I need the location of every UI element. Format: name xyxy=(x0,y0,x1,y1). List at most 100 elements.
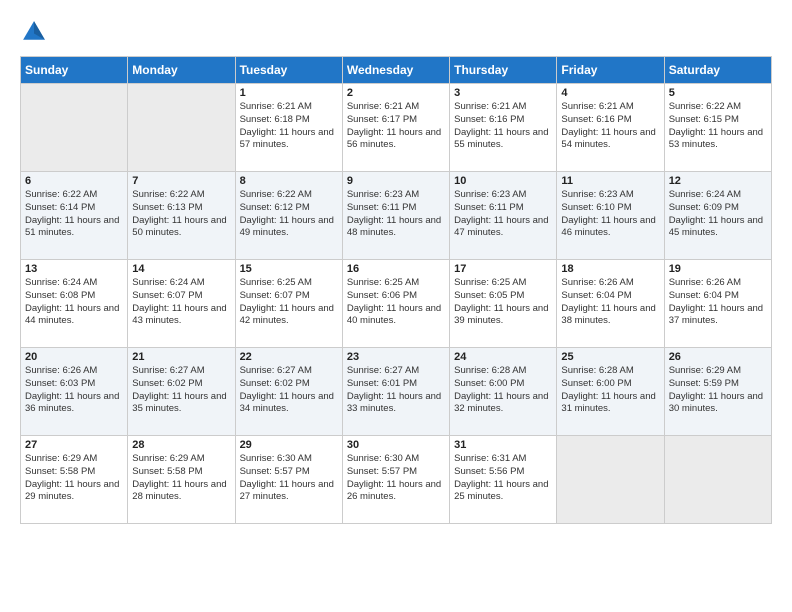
cell-info: Sunrise: 6:26 AMSunset: 6:04 PMDaylight:… xyxy=(669,277,767,328)
cell-day-number: 3 xyxy=(454,87,552,99)
cell-info: Sunrise: 6:24 AMSunset: 6:07 PMDaylight:… xyxy=(132,277,230,328)
cell-info: Sunrise: 6:29 AMSunset: 5:58 PMDaylight:… xyxy=(132,453,230,504)
cell-info: Sunrise: 6:29 AMSunset: 5:58 PMDaylight:… xyxy=(25,453,123,504)
calendar-cell: 14 Sunrise: 6:24 AMSunset: 6:07 PMDayligh… xyxy=(128,260,235,348)
cell-day-number: 10 xyxy=(454,175,552,187)
cell-info: Sunrise: 6:21 AMSunset: 6:18 PMDaylight:… xyxy=(240,101,338,152)
calendar-cell xyxy=(664,436,771,524)
calendar-cell: 30 Sunrise: 6:30 AMSunset: 5:57 PMDayligh… xyxy=(342,436,449,524)
weekday-header-wednesday: Wednesday xyxy=(342,57,449,84)
calendar-cell xyxy=(128,84,235,172)
cell-info: Sunrise: 6:22 AMSunset: 6:13 PMDaylight:… xyxy=(132,189,230,240)
calendar-cell: 23 Sunrise: 6:27 AMSunset: 6:01 PMDayligh… xyxy=(342,348,449,436)
calendar-cell: 15 Sunrise: 6:25 AMSunset: 6:07 PMDayligh… xyxy=(235,260,342,348)
calendar-cell: 16 Sunrise: 6:25 AMSunset: 6:06 PMDayligh… xyxy=(342,260,449,348)
page: SundayMondayTuesdayWednesdayThursdayFrid… xyxy=(0,0,792,612)
cell-day-number: 28 xyxy=(132,439,230,451)
cell-info: Sunrise: 6:31 AMSunset: 5:56 PMDaylight:… xyxy=(454,453,552,504)
cell-day-number: 26 xyxy=(669,351,767,363)
calendar-week-1: 1 Sunrise: 6:21 AMSunset: 6:18 PMDaylight… xyxy=(21,84,772,172)
calendar-cell: 1 Sunrise: 6:21 AMSunset: 6:18 PMDaylight… xyxy=(235,84,342,172)
calendar-cell: 8 Sunrise: 6:22 AMSunset: 6:12 PMDaylight… xyxy=(235,172,342,260)
cell-day-number: 13 xyxy=(25,263,123,275)
calendar-cell: 11Sunrise: 6:23 AMSunset: 6:10 PMDayligh… xyxy=(557,172,664,260)
calendar-cell: 2Sunrise: 6:21 AMSunset: 6:17 PMDaylight… xyxy=(342,84,449,172)
cell-day-number: 8 xyxy=(240,175,338,187)
cell-info: Sunrise: 6:21 AMSunset: 6:16 PMDaylight:… xyxy=(454,101,552,152)
weekday-header-saturday: Saturday xyxy=(664,57,771,84)
cell-day-number: 18 xyxy=(561,263,659,275)
calendar-cell: 21Sunrise: 6:27 AMSunset: 6:02 PMDayligh… xyxy=(128,348,235,436)
cell-info: Sunrise: 6:25 AMSunset: 6:07 PMDaylight:… xyxy=(240,277,338,328)
calendar-cell: 25 Sunrise: 6:28 AMSunset: 6:00 PMDayligh… xyxy=(557,348,664,436)
weekday-header-sunday: Sunday xyxy=(21,57,128,84)
weekday-header-monday: Monday xyxy=(128,57,235,84)
cell-day-number: 17 xyxy=(454,263,552,275)
calendar-cell: 3 Sunrise: 6:21 AMSunset: 6:16 PMDaylight… xyxy=(450,84,557,172)
cell-info: Sunrise: 6:22 AMSunset: 6:12 PMDaylight:… xyxy=(240,189,338,240)
cell-info: Sunrise: 6:24 AMSunset: 6:08 PMDaylight:… xyxy=(25,277,123,328)
logo xyxy=(20,18,52,46)
calendar-cell: 20 Sunrise: 6:26 AMSunset: 6:03 PMDayligh… xyxy=(21,348,128,436)
calendar-week-3: 13 Sunrise: 6:24 AMSunset: 6:08 PMDayligh… xyxy=(21,260,772,348)
calendar-cell: 22Sunrise: 6:27 AMSunset: 6:02 PMDayligh… xyxy=(235,348,342,436)
cell-info: Sunrise: 6:22 AMSunset: 6:14 PMDaylight:… xyxy=(25,189,123,240)
calendar-week-2: 6 Sunrise: 6:22 AMSunset: 6:14 PMDaylight… xyxy=(21,172,772,260)
calendar-cell: 10 Sunrise: 6:23 AMSunset: 6:11 PMDayligh… xyxy=(450,172,557,260)
calendar-cell: 28 Sunrise: 6:29 AMSunset: 5:58 PMDayligh… xyxy=(128,436,235,524)
cell-day-number: 24 xyxy=(454,351,552,363)
cell-day-number: 23 xyxy=(347,351,445,363)
cell-day-number: 15 xyxy=(240,263,338,275)
weekday-header-friday: Friday xyxy=(557,57,664,84)
cell-info: Sunrise: 6:29 AMSunset: 5:59 PMDaylight:… xyxy=(669,365,767,416)
calendar-cell: 29 Sunrise: 6:30 AMSunset: 5:57 PMDayligh… xyxy=(235,436,342,524)
cell-day-number: 20 xyxy=(25,351,123,363)
cell-info: Sunrise: 6:25 AMSunset: 6:05 PMDaylight:… xyxy=(454,277,552,328)
cell-day-number: 21 xyxy=(132,351,230,363)
cell-info: Sunrise: 6:28 AMSunset: 6:00 PMDaylight:… xyxy=(561,365,659,416)
cell-day-number: 9 xyxy=(347,175,445,187)
cell-info: Sunrise: 6:26 AMSunset: 6:04 PMDaylight:… xyxy=(561,277,659,328)
cell-info: Sunrise: 6:21 AMSunset: 6:17 PMDaylight:… xyxy=(347,101,445,152)
calendar-cell: 4Sunrise: 6:21 AMSunset: 6:16 PMDaylight… xyxy=(557,84,664,172)
cell-day-number: 5 xyxy=(669,87,767,99)
cell-day-number: 14 xyxy=(132,263,230,275)
calendar-cell: 6 Sunrise: 6:22 AMSunset: 6:14 PMDaylight… xyxy=(21,172,128,260)
calendar-week-5: 27 Sunrise: 6:29 AMSunset: 5:58 PMDayligh… xyxy=(21,436,772,524)
cell-info: Sunrise: 6:27 AMSunset: 6:02 PMDaylight:… xyxy=(240,365,338,416)
calendar-cell: 26 Sunrise: 6:29 AMSunset: 5:59 PMDayligh… xyxy=(664,348,771,436)
weekday-header-row: SundayMondayTuesdayWednesdayThursdayFrid… xyxy=(21,57,772,84)
cell-info: Sunrise: 6:25 AMSunset: 6:06 PMDaylight:… xyxy=(347,277,445,328)
cell-info: Sunrise: 6:24 AMSunset: 6:09 PMDaylight:… xyxy=(669,189,767,240)
cell-day-number: 16 xyxy=(347,263,445,275)
calendar-cell: 7 Sunrise: 6:22 AMSunset: 6:13 PMDaylight… xyxy=(128,172,235,260)
calendar-cell: 24Sunrise: 6:28 AMSunset: 6:00 PMDayligh… xyxy=(450,348,557,436)
cell-day-number: 30 xyxy=(347,439,445,451)
calendar-cell: 27 Sunrise: 6:29 AMSunset: 5:58 PMDayligh… xyxy=(21,436,128,524)
cell-info: Sunrise: 6:21 AMSunset: 6:16 PMDaylight:… xyxy=(561,101,659,152)
calendar-cell: 5 Sunrise: 6:22 AMSunset: 6:15 PMDaylight… xyxy=(664,84,771,172)
calendar-table: SundayMondayTuesdayWednesdayThursdayFrid… xyxy=(20,56,772,524)
cell-info: Sunrise: 6:27 AMSunset: 6:01 PMDaylight:… xyxy=(347,365,445,416)
header xyxy=(20,18,772,46)
cell-info: Sunrise: 6:22 AMSunset: 6:15 PMDaylight:… xyxy=(669,101,767,152)
cell-day-number: 1 xyxy=(240,87,338,99)
cell-day-number: 12 xyxy=(669,175,767,187)
calendar-cell: 13 Sunrise: 6:24 AMSunset: 6:08 PMDayligh… xyxy=(21,260,128,348)
cell-day-number: 27 xyxy=(25,439,123,451)
cell-day-number: 7 xyxy=(132,175,230,187)
cell-info: Sunrise: 6:23 AMSunset: 6:11 PMDaylight:… xyxy=(454,189,552,240)
cell-day-number: 29 xyxy=(240,439,338,451)
calendar-cell: 9Sunrise: 6:23 AMSunset: 6:11 PMDaylight… xyxy=(342,172,449,260)
calendar-cell xyxy=(557,436,664,524)
cell-day-number: 6 xyxy=(25,175,123,187)
cell-day-number: 25 xyxy=(561,351,659,363)
cell-info: Sunrise: 6:26 AMSunset: 6:03 PMDaylight:… xyxy=(25,365,123,416)
cell-info: Sunrise: 6:30 AMSunset: 5:57 PMDaylight:… xyxy=(240,453,338,504)
calendar-cell: 31 Sunrise: 6:31 AMSunset: 5:56 PMDayligh… xyxy=(450,436,557,524)
cell-info: Sunrise: 6:30 AMSunset: 5:57 PMDaylight:… xyxy=(347,453,445,504)
calendar-cell: 17 Sunrise: 6:25 AMSunset: 6:05 PMDayligh… xyxy=(450,260,557,348)
weekday-header-tuesday: Tuesday xyxy=(235,57,342,84)
cell-day-number: 19 xyxy=(669,263,767,275)
cell-day-number: 31 xyxy=(454,439,552,451)
